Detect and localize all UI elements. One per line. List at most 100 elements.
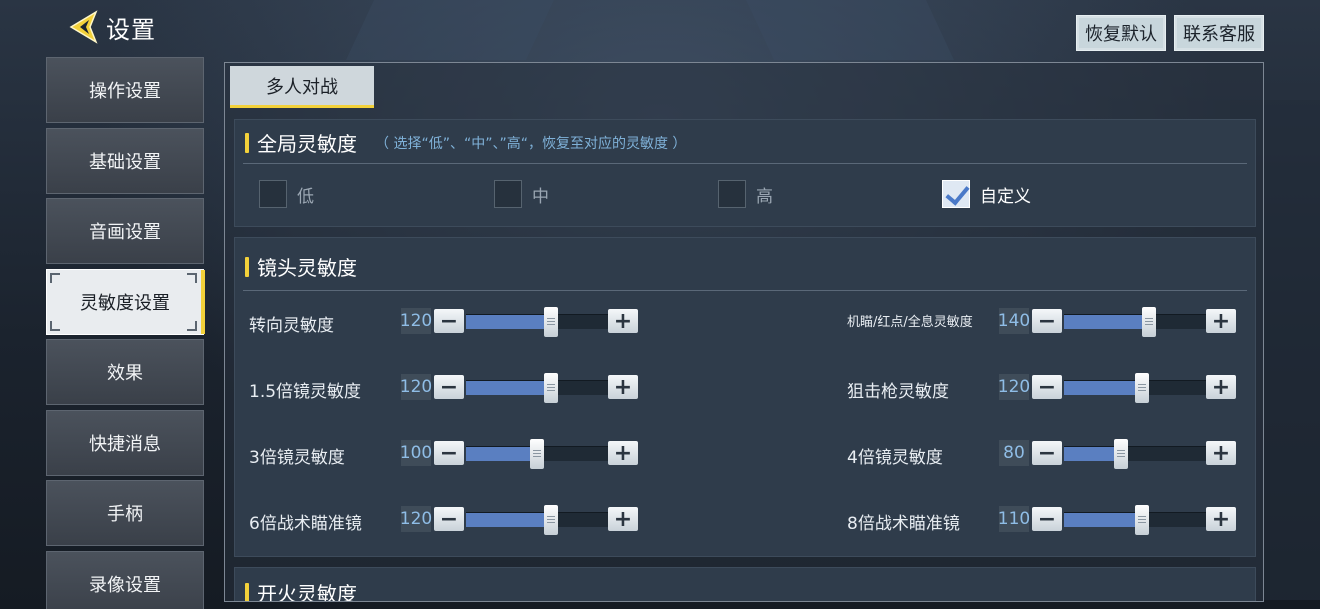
slider-track[interactable]: [466, 373, 608, 403]
slider-track[interactable]: [1064, 505, 1206, 535]
section-title-label: 镜头灵敏度: [257, 256, 357, 280]
sidebar-item-effects[interactable]: 效果: [46, 339, 204, 405]
option-low[interactable]: 低: [259, 180, 314, 208]
section-marker: [245, 256, 249, 277]
option-high[interactable]: 高: [718, 180, 773, 208]
slider-label: 狙击枪灵敏度: [847, 382, 949, 402]
slider-thumb[interactable]: [544, 505, 559, 535]
sidebar-item-gamepad[interactable]: 手柄: [46, 480, 204, 546]
increase-button[interactable]: +: [1206, 375, 1236, 400]
header: 设置: [66, 6, 156, 48]
checkbox-checked[interactable]: [942, 180, 970, 208]
slider-value: 140: [998, 308, 1030, 334]
sidebar-item-quick-messages[interactable]: 快捷消息: [46, 409, 204, 476]
checkbox[interactable]: [494, 180, 522, 208]
checkbox[interactable]: [718, 180, 746, 208]
global-sensitivity-section: 全局灵敏度 （ 选择“低”、“中”、”高“，恢复至对应的灵敏度 ） 低 中 高 …: [234, 119, 1256, 227]
section-marker: [245, 582, 249, 601]
slider-label: 4倍镜灵敏度: [847, 448, 943, 468]
section-title-label: 全局灵敏度: [257, 132, 357, 156]
divider: [243, 163, 1247, 164]
increase-button[interactable]: +: [608, 507, 638, 532]
option-label: 中: [532, 186, 549, 207]
slider-thumb[interactable]: [544, 307, 559, 337]
slider-thumb[interactable]: [1113, 439, 1128, 469]
sidebar: 操作设置 基础设置 音画设置 灵敏度设置 效果 快捷消息 手柄 录像设置: [46, 57, 206, 609]
back-arrow-icon[interactable]: [66, 9, 102, 45]
sidebar-item-label: 效果: [107, 363, 143, 384]
section-title: 开火灵敏度: [245, 578, 357, 601]
increase-button[interactable]: +: [1206, 507, 1236, 532]
settings-panel: 多人对战 全局灵敏度 （ 选择“低”、“中”、”高“，恢复至对应的灵敏度 ） 低…: [224, 62, 1264, 602]
slider-fill: [466, 513, 552, 527]
slider-label: 3倍镜灵敏度: [249, 448, 345, 468]
sidebar-item-label: 快捷消息: [89, 433, 161, 455]
slider-value: 120: [400, 374, 432, 400]
option-label: 高: [756, 186, 773, 207]
slider-thumb[interactable]: [544, 373, 559, 403]
section-title: 镜头灵敏度: [245, 252, 357, 281]
section-hint: （ 选择“低”、“中”、”高“，恢复至对应的灵敏度 ）: [375, 135, 687, 152]
slider-label: 6倍战术瞄准镜: [249, 514, 362, 534]
increase-button[interactable]: +: [608, 375, 638, 400]
slider-track[interactable]: [466, 307, 608, 337]
increase-button[interactable]: +: [1206, 441, 1236, 466]
slider-track[interactable]: [466, 439, 608, 469]
slider-track[interactable]: [1064, 439, 1206, 469]
slider-fill: [466, 447, 537, 461]
divider: [243, 290, 1247, 291]
slider-label: 1.5倍镜灵敏度: [249, 382, 362, 402]
sidebar-item-audio-video[interactable]: 音画设置: [46, 198, 204, 264]
top-actions: 恢复默认 联系客服: [1076, 15, 1264, 51]
decrease-button[interactable]: −: [434, 507, 464, 532]
restore-default-button[interactable]: 恢复默认: [1076, 15, 1166, 51]
decrease-button[interactable]: −: [1032, 309, 1062, 334]
decrease-button[interactable]: −: [1032, 441, 1062, 466]
slider-value: 80: [999, 440, 1029, 466]
sidebar-item-sensitivity[interactable]: 灵敏度设置: [46, 268, 205, 335]
slider-value: 120: [998, 374, 1030, 400]
slider-value: 120: [400, 506, 432, 532]
slider-label: 转向灵敏度: [249, 316, 334, 336]
slider-label: 机瞄/红点/全息灵敏度: [847, 315, 973, 330]
decrease-button[interactable]: −: [434, 309, 464, 334]
sidebar-item-label: 基础设置: [89, 151, 161, 173]
slider-thumb[interactable]: [1142, 307, 1157, 337]
sidebar-item-controls[interactable]: 操作设置: [46, 57, 204, 123]
slider-thumb[interactable]: [530, 439, 544, 469]
option-custom[interactable]: 自定义: [942, 180, 1031, 208]
background-shape: [746, 0, 954, 60]
slider-track[interactable]: [466, 505, 608, 535]
background-shape: [346, 0, 554, 60]
decrease-button[interactable]: −: [1032, 507, 1062, 532]
slider-value: 100: [400, 440, 432, 466]
tab-multiplayer[interactable]: 多人对战: [230, 66, 374, 108]
contact-support-button[interactable]: 联系客服: [1174, 15, 1264, 51]
sidebar-item-basic[interactable]: 基础设置: [46, 127, 204, 194]
slider-fill: [466, 381, 552, 395]
sidebar-item-recording[interactable]: 录像设置: [46, 550, 204, 609]
camera-sensitivity-section: 镜头灵敏度 转向灵敏度 120− + 机瞄/红点/全息灵敏度 140− +1.5倍镜灵敏度…: [234, 237, 1256, 557]
sidebar-item-label: 灵敏度设置: [80, 292, 170, 314]
fire-sensitivity-section: 开火灵敏度: [234, 567, 1256, 601]
decrease-button[interactable]: −: [434, 441, 464, 466]
slider-thumb[interactable]: [1135, 505, 1150, 535]
slider-thumb[interactable]: [1135, 373, 1150, 403]
sidebar-item-label: 手柄: [107, 504, 143, 525]
slider-fill: [1064, 447, 1121, 461]
option-label: 自定义: [980, 186, 1031, 207]
slider-track[interactable]: [1064, 307, 1206, 337]
increase-button[interactable]: +: [1206, 309, 1236, 334]
option-medium[interactable]: 中: [494, 180, 549, 208]
sidebar-item-label: 录像设置: [89, 574, 161, 596]
slider-track[interactable]: [1064, 373, 1206, 403]
decrease-button[interactable]: −: [1032, 375, 1062, 400]
checkbox[interactable]: [259, 180, 287, 208]
increase-button[interactable]: +: [608, 309, 638, 334]
slider-fill: [1064, 381, 1143, 395]
slider-fill: [1064, 513, 1143, 527]
slider-fill: [466, 315, 552, 329]
increase-button[interactable]: +: [608, 441, 638, 466]
decrease-button[interactable]: −: [434, 375, 464, 400]
slider-value: 120: [400, 308, 432, 334]
